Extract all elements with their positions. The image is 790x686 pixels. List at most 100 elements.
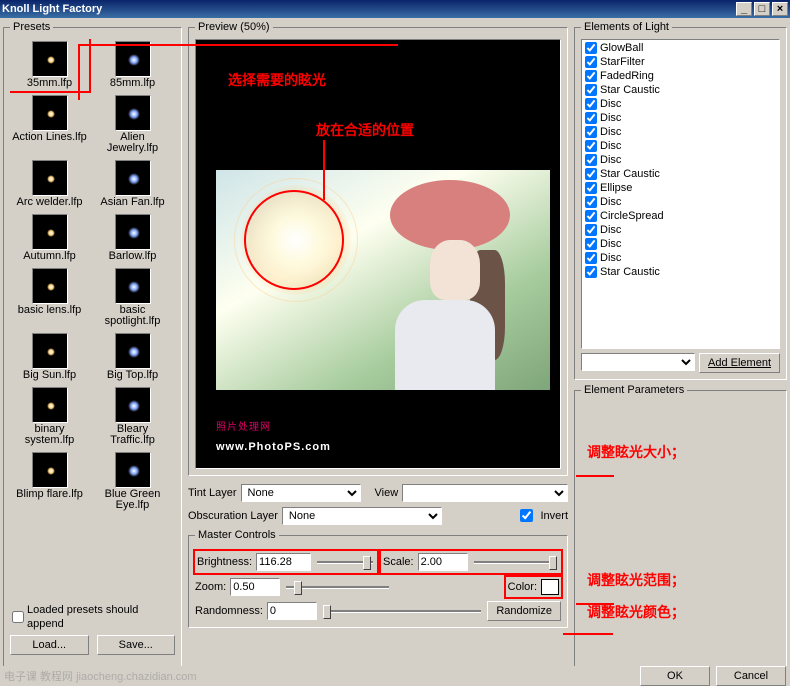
element-item[interactable]: StarFilter	[583, 55, 778, 69]
element-checkbox[interactable]	[585, 126, 597, 138]
preset-item[interactable]: Big Sun.lfp	[12, 333, 87, 381]
element-type-select[interactable]	[581, 353, 695, 371]
element-label: Disc	[600, 97, 621, 111]
color-swatch[interactable]	[541, 579, 559, 595]
color-label: Color:	[508, 581, 537, 593]
preset-item[interactable]: Barlow.lfp	[95, 214, 170, 262]
element-item[interactable]: Ellipse	[583, 181, 778, 195]
element-label: Disc	[600, 251, 621, 265]
brightness-slider[interactable]	[315, 553, 375, 571]
preset-label: Barlow.lfp	[109, 251, 157, 262]
preset-item[interactable]: basic spotlight.lfp	[95, 268, 170, 327]
preset-item[interactable]: Big Top.lfp	[95, 333, 170, 381]
view-select[interactable]	[402, 484, 568, 502]
element-item[interactable]: Disc	[583, 125, 778, 139]
element-item[interactable]: FadedRing	[583, 69, 778, 83]
element-checkbox[interactable]	[585, 238, 597, 250]
element-item[interactable]: Star Caustic	[583, 265, 778, 279]
zoom-label: Zoom:	[195, 581, 226, 593]
preset-item[interactable]: Action Lines.lfp	[12, 95, 87, 154]
loaded-append-checkbox[interactable]	[12, 611, 24, 623]
element-checkbox[interactable]	[585, 84, 597, 96]
element-checkbox[interactable]	[585, 168, 597, 180]
element-label: Disc	[600, 153, 621, 167]
annotation-connector-v	[78, 44, 80, 100]
annotation-line	[323, 140, 325, 200]
randomness-slider[interactable]	[321, 602, 483, 620]
obscuration-select[interactable]: None	[282, 507, 442, 525]
element-checkbox[interactable]	[585, 56, 597, 68]
invert-label: Invert	[540, 510, 568, 522]
element-item[interactable]: Star Caustic	[583, 83, 778, 97]
element-item[interactable]: Disc	[583, 237, 778, 251]
zoom-input[interactable]	[230, 578, 280, 596]
element-item[interactable]: Disc	[583, 195, 778, 209]
element-checkbox[interactable]	[585, 98, 597, 110]
element-checkbox[interactable]	[585, 182, 597, 194]
preset-item[interactable]: 35mm.lfp	[12, 41, 87, 89]
watermark: 照片处理网 www.PhotoPS.com	[216, 418, 331, 456]
randomness-input[interactable]	[267, 602, 317, 620]
annotation-size: 调整眩光大小；	[587, 442, 685, 462]
annotation-arrow-range	[576, 603, 614, 605]
scale-input[interactable]	[418, 553, 468, 571]
master-controls-legend: Master Controls	[195, 529, 279, 541]
element-checkbox[interactable]	[585, 154, 597, 166]
element-item[interactable]: Disc	[583, 153, 778, 167]
save-button[interactable]: Save...	[97, 635, 176, 655]
scale-label: Scale:	[383, 556, 414, 568]
element-checkbox[interactable]	[585, 70, 597, 82]
element-item[interactable]: Disc	[583, 251, 778, 265]
window-title: Knoll Light Factory	[2, 3, 102, 15]
element-checkbox[interactable]	[585, 42, 597, 54]
element-checkbox[interactable]	[585, 112, 597, 124]
element-item[interactable]: CircleSpread	[583, 209, 778, 223]
preset-item[interactable]: Bleary Traffic.lfp	[95, 387, 170, 446]
preset-item[interactable]: basic lens.lfp	[12, 268, 87, 327]
preset-item[interactable]: Blimp flare.lfp	[12, 452, 87, 511]
preset-item[interactable]: Alien Jewelry.lfp	[95, 95, 170, 154]
preview-canvas[interactable]: 选择需要的眩光 放在合适的位置 照片处理网 www.PhotoPS.com	[195, 39, 561, 469]
tint-layer-select[interactable]: None	[241, 484, 361, 502]
scale-slider[interactable]	[472, 553, 559, 571]
ok-button[interactable]: OK	[640, 666, 710, 686]
element-checkbox[interactable]	[585, 210, 597, 222]
element-item[interactable]: Disc	[583, 111, 778, 125]
titlebar[interactable]: Knoll Light Factory _ □ ×	[0, 0, 790, 18]
preset-label: Action Lines.lfp	[12, 132, 87, 143]
preset-label: Autumn.lfp	[23, 251, 76, 262]
maximize-button[interactable]: □	[754, 2, 770, 16]
close-button[interactable]: ×	[772, 2, 788, 16]
add-element-button[interactable]: Add Element	[699, 353, 780, 373]
load-button[interactable]: Load...	[10, 635, 89, 655]
element-item[interactable]: GlowBall	[583, 41, 778, 55]
element-item[interactable]: Disc	[583, 223, 778, 237]
preset-item[interactable]: Autumn.lfp	[12, 214, 87, 262]
footer-watermark: 电子课 教程网 jiaocheng.chazidian.com	[4, 668, 197, 684]
zoom-slider[interactable]	[284, 578, 391, 596]
element-item[interactable]: Disc	[583, 139, 778, 153]
element-checkbox[interactable]	[585, 196, 597, 208]
preset-label: Big Sun.lfp	[23, 370, 76, 381]
brightness-input[interactable]	[256, 553, 311, 571]
element-checkbox[interactable]	[585, 266, 597, 278]
randomize-button[interactable]: Randomize	[487, 601, 561, 621]
preset-item[interactable]: Arc welder.lfp	[12, 160, 87, 208]
element-item[interactable]: Star Caustic	[583, 167, 778, 181]
element-checkbox[interactable]	[585, 224, 597, 236]
preset-item[interactable]: 85mm.lfp	[95, 41, 170, 89]
invert-checkbox[interactable]	[520, 509, 533, 522]
preset-item[interactable]: Asian Fan.lfp	[95, 160, 170, 208]
presets-grid[interactable]: 35mm.lfp85mm.lfp Action Lines.lfp Alien Je…	[10, 39, 175, 599]
element-label: CircleSpread	[600, 209, 664, 223]
preset-item[interactable]: binary system.lfp	[12, 387, 87, 446]
preset-item[interactable]: Blue Green Eye.lfp	[95, 452, 170, 511]
elements-legend: Elements of Light	[581, 21, 672, 33]
element-item[interactable]: Disc	[583, 97, 778, 111]
elements-list[interactable]: GlowBallStarFilterFadedRingStar CausticD…	[581, 39, 780, 349]
preset-label: Blimp flare.lfp	[16, 489, 83, 500]
minimize-button[interactable]: _	[736, 2, 752, 16]
cancel-button[interactable]: Cancel	[716, 666, 786, 686]
element-checkbox[interactable]	[585, 252, 597, 264]
element-checkbox[interactable]	[585, 140, 597, 152]
